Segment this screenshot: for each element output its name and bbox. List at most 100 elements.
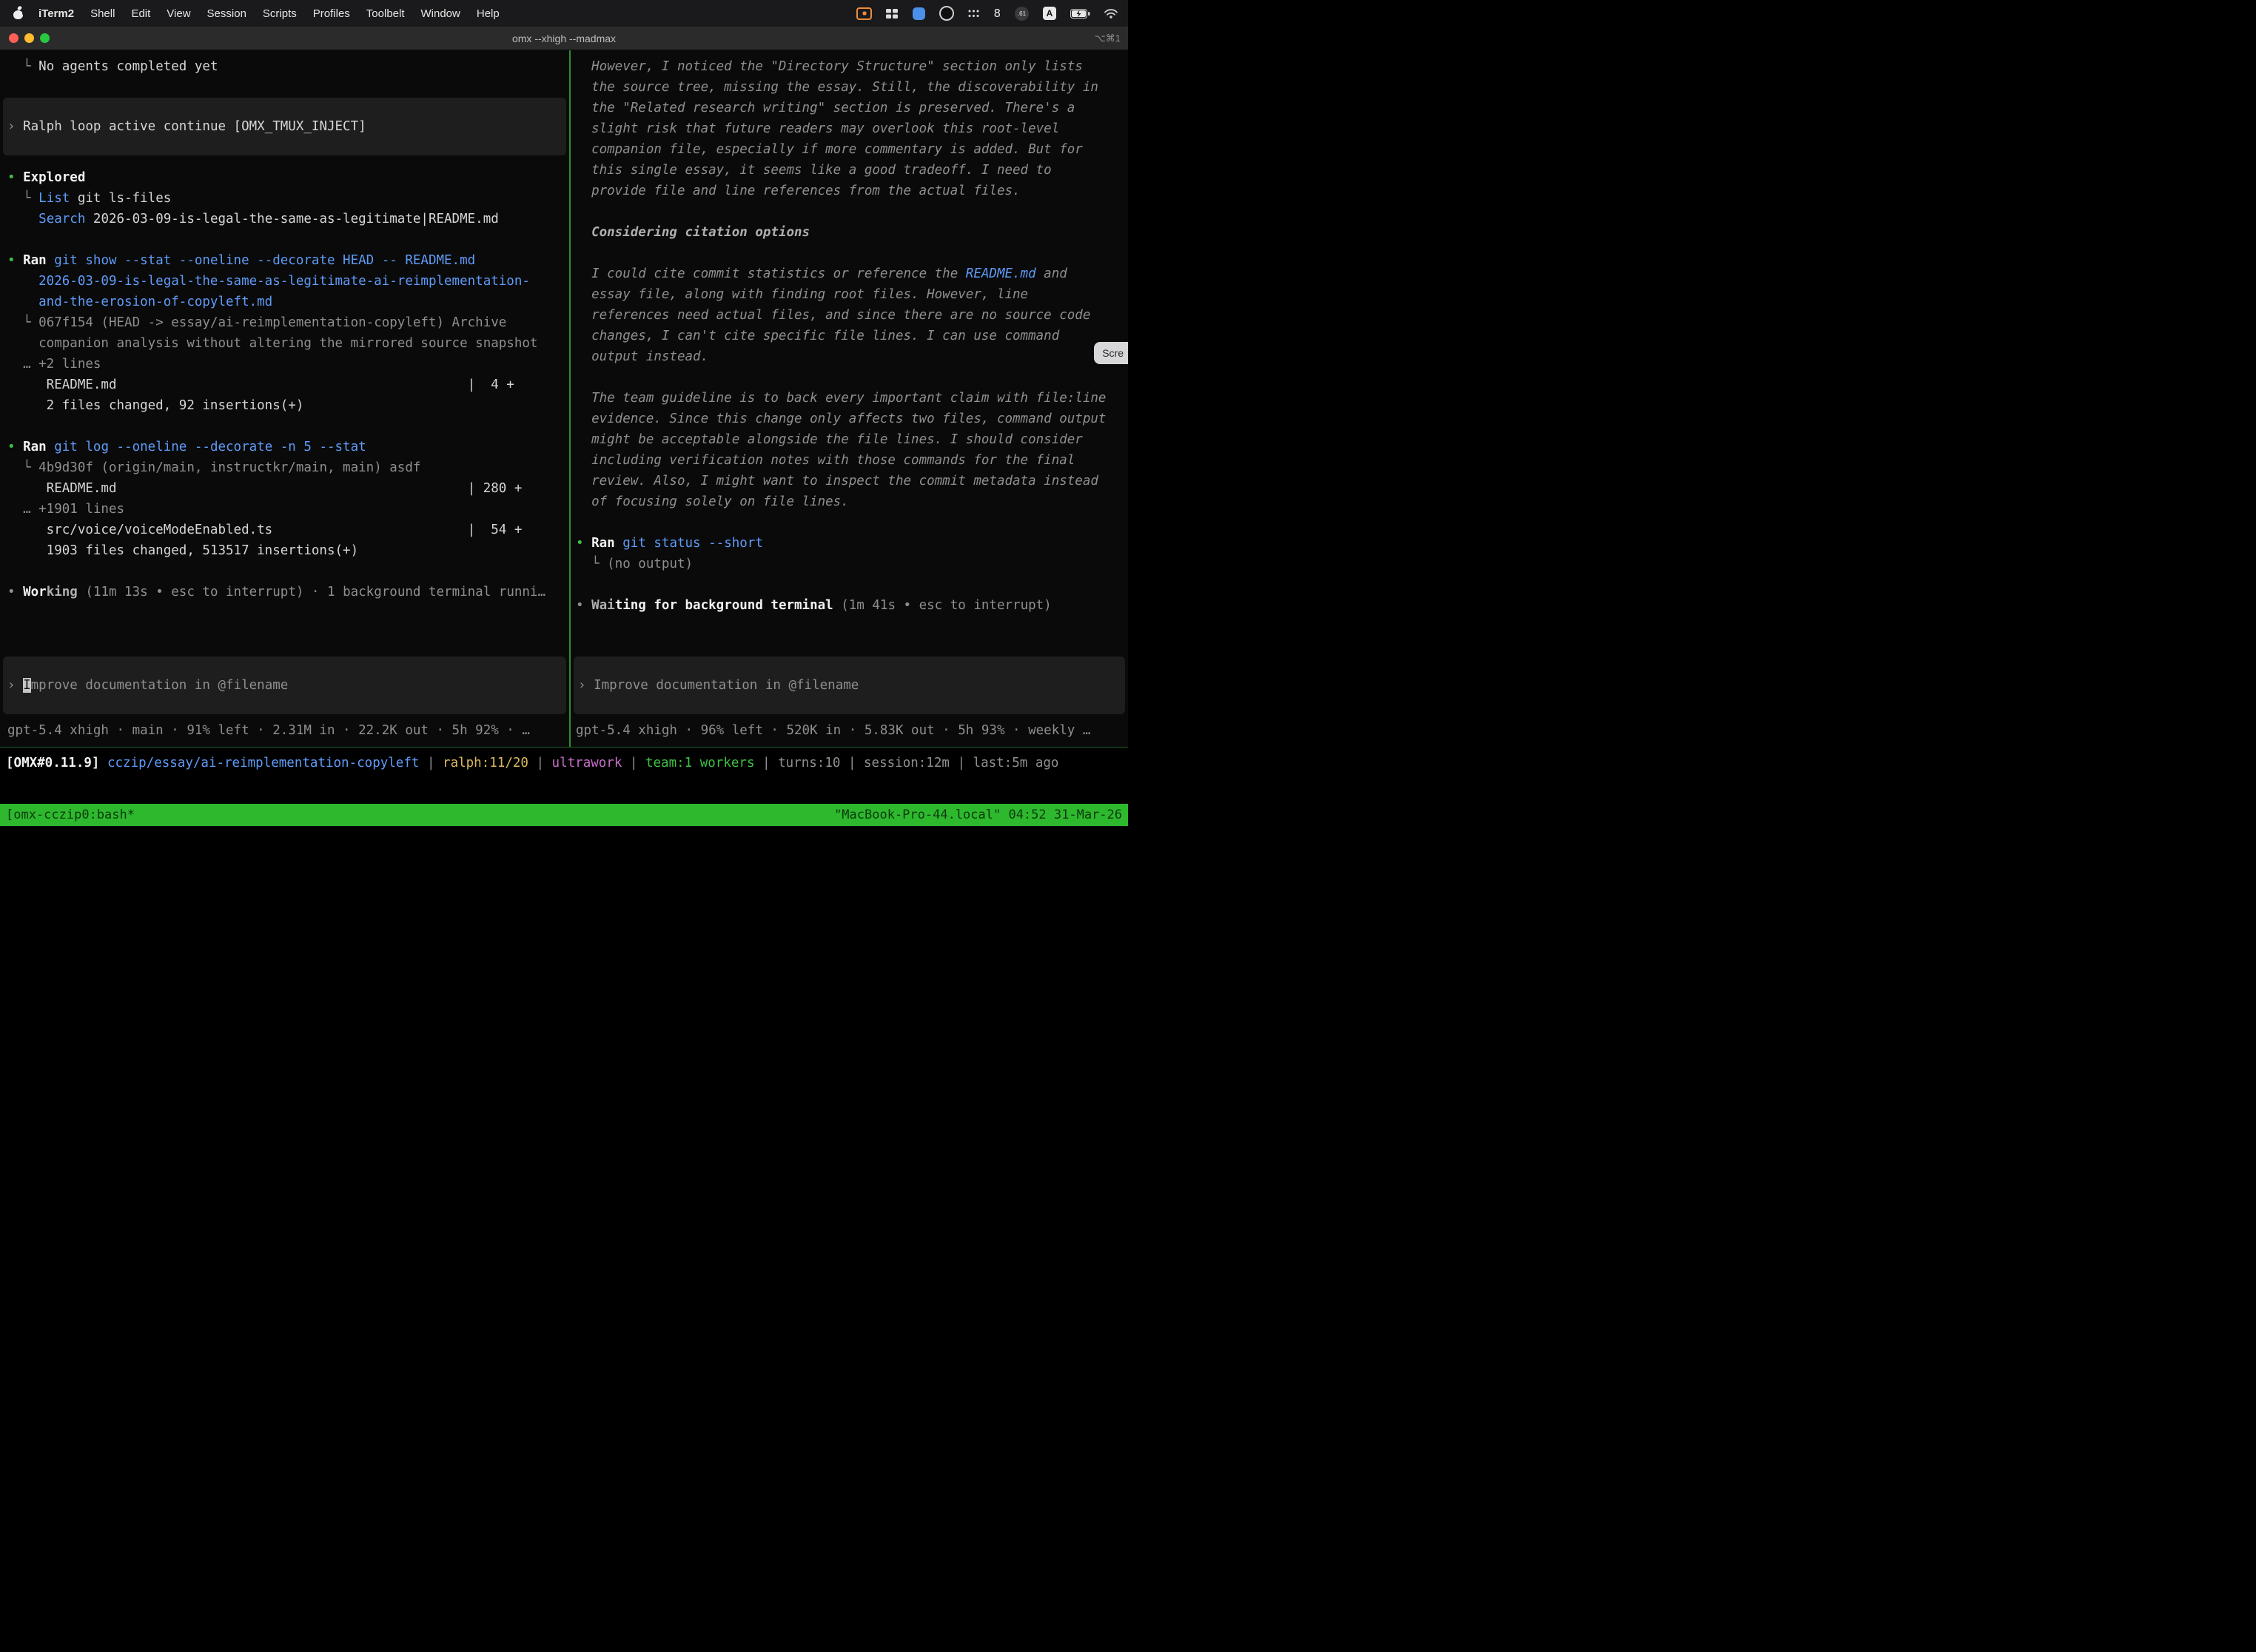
dark-app-icon[interactable] — [939, 6, 954, 21]
agent-transcript-left: • Explored └ List git ls-files Search 20… — [0, 167, 569, 602]
terminal-line: • Ran git show --stat --oneline --decora… — [7, 250, 569, 271]
apple-menu-icon[interactable] — [13, 7, 24, 19]
prompt-input-left[interactable]: › Improve documentation in @filename — [3, 657, 566, 714]
text-segment: mprove documentation in @filename — [31, 678, 289, 693]
text-segment: (no output) — [607, 557, 693, 571]
terminal-line: might be acceptable alongside the file l… — [576, 429, 1128, 450]
zoom-button[interactable] — [40, 33, 50, 43]
blue-app-icon[interactable] — [913, 7, 925, 20]
menu-window[interactable]: Window — [413, 7, 469, 20]
text-segment: essay file, along with finding root file… — [576, 287, 1028, 302]
text-segment: • — [576, 598, 591, 613]
gauge-icon[interactable]: .61 — [1015, 7, 1029, 21]
text-segment: • — [7, 440, 23, 454]
terminal-line: • Waiting for background terminal (1m 41… — [576, 595, 1128, 616]
text-segment: of focusing solely on file lines. — [576, 494, 849, 509]
terminal-line: Search 2026-03-09-is-legal-the-same-as-l… — [7, 209, 569, 229]
terminal-line: └ 067f154 (HEAD -> essay/ai-reimplementa… — [7, 312, 569, 333]
minimize-button[interactable] — [24, 33, 34, 43]
text-segment: › — [7, 678, 23, 693]
text-segment: • — [7, 585, 23, 600]
menu-edit[interactable]: Edit — [123, 7, 158, 20]
text-segment: • — [7, 253, 23, 268]
tmux-session-label[interactable]: [omx-cczip0:bash* — [6, 807, 135, 822]
wifi-icon[interactable] — [1104, 9, 1118, 19]
terminal-line: src/voice/voiceModeEnabled.ts | 54 + — [7, 520, 569, 540]
terminal-pane-left[interactable]: └ No agents completed yet › Ralph loop a… — [0, 50, 569, 747]
text-segment: companion analysis without altering the … — [7, 336, 537, 351]
terminal-line: README.md | 280 + — [7, 478, 569, 499]
grid-icon[interactable] — [886, 9, 899, 19]
menu-view[interactable]: View — [158, 7, 198, 20]
text-segment: Wai — [591, 598, 615, 613]
text-segment: Ralph loop active continue [OMX_TMUX_INJ… — [23, 119, 366, 134]
menu-toolbelt[interactable]: Toolbelt — [358, 7, 413, 20]
text-segment: changes, I can't cite specific file line… — [576, 329, 1059, 343]
menu-help[interactable]: Help — [469, 7, 508, 20]
terminal-line — [576, 243, 1128, 263]
menu-session[interactable]: Session — [199, 7, 255, 20]
terminal-line: slight risk that future readers may over… — [576, 118, 1128, 139]
menu-iterm2[interactable]: iTerm2 — [30, 7, 82, 20]
battery-charging-icon[interactable] — [1070, 9, 1090, 19]
terminal-line: … +1901 lines — [7, 499, 569, 520]
terminal-line — [7, 416, 569, 437]
terminal-line: the "Related research writing" section i… — [576, 98, 1128, 118]
terminal-line: companion file, especially if more comme… — [576, 139, 1128, 160]
terminal-line — [576, 367, 1128, 388]
text-segment: last:5m ago — [973, 756, 1059, 770]
text-segment: ralph:11/20 — [443, 756, 528, 770]
terminal-line: review. Also, I might want to inspect th… — [576, 471, 1128, 491]
terminal-line: provide file and line references from th… — [576, 181, 1128, 201]
text-segment: List — [38, 191, 70, 206]
terminal-line: • Working (11m 13s • esc to interrupt) ·… — [7, 582, 569, 602]
text-segment: › — [578, 678, 594, 693]
tmux-status-bar: [omx-cczip0:bash* "MacBook-Pro-44.local"… — [0, 804, 1128, 826]
text-segment: Ran — [23, 253, 47, 268]
terminal-line: the source tree, missing the essay. Stil… — [576, 77, 1128, 98]
text-segment: session:12m — [864, 756, 950, 770]
text-segment: I could cite commit statistics or refere… — [576, 266, 966, 281]
tmux-host-clock-label: "MacBook-Pro-44.local" 04:52 31-Mar-26 — [834, 807, 1122, 822]
prompt-input-right[interactable]: › Improve documentation in @filename — [574, 657, 1125, 714]
menu-profiles[interactable]: Profiles — [305, 7, 358, 20]
terminal-line: … +2 lines — [7, 354, 569, 375]
text-segment: src/voice/voiceModeEnabled.ts | 54 + — [7, 523, 522, 537]
text-segment: 2026-03-09-is-legal-the-same-as-legitima… — [85, 212, 498, 226]
text-segment: Improve documentation in @filename — [594, 678, 859, 693]
text-segment: | — [840, 756, 864, 770]
terminal-line: changes, I can't cite specific file line… — [576, 326, 1128, 346]
text-segment: The team guideline is to back every impo… — [576, 391, 1106, 406]
pane-spacer — [571, 616, 1128, 657]
text-segment: (11m 13s • esc to interrupt) · 1 backgro… — [78, 585, 545, 600]
input-source-icon[interactable]: A — [1043, 7, 1056, 20]
terminal-line: README.md | 4 + — [7, 375, 569, 395]
text-segment: companion file, especially if more comme… — [576, 142, 1083, 157]
screen-recording-indicator-icon[interactable] — [856, 7, 872, 20]
terminal-line: However, I noticed the "Directory Struct… — [576, 56, 1128, 77]
text-segment: might be acceptable alongside the file l… — [576, 432, 1083, 447]
agent-summary-top: └ No agents completed yet — [0, 56, 569, 77]
text-segment: Wor — [23, 585, 47, 600]
menu-shell[interactable]: Shell — [82, 7, 123, 20]
dots-grid-icon[interactable] — [968, 10, 979, 18]
text-segment: cczip/essay/ai-reimplementation-copyleft — [107, 756, 419, 770]
terminal-line: essay file, along with finding root file… — [576, 284, 1128, 305]
menu-scripts[interactable]: Scripts — [255, 7, 305, 20]
terminal-pane-right[interactable]: However, I noticed the "Directory Struct… — [571, 50, 1128, 747]
text-segment: 4b9d30f (origin/main, instructkr/main, m… — [38, 460, 420, 475]
terminal-line: and-the-erosion-of-copyleft.md — [7, 292, 569, 312]
text-segment: ting for background terminal — [615, 598, 833, 613]
text-segment: • — [7, 170, 23, 185]
text-segment: 1903 files changed, 513517 insertions(+) — [7, 543, 358, 558]
text-segment: king — [47, 585, 78, 600]
figure-eight-icon[interactable]: 8 — [993, 8, 1001, 19]
text-segment: README.md | 280 + — [7, 481, 522, 496]
close-button[interactable] — [9, 33, 19, 43]
text-segment: Search — [38, 212, 85, 226]
window-title-bar: omx --xhigh --madmax ⌥⌘1 — [0, 27, 1128, 50]
text-segment: git show --stat --oneline --decorate HEA… — [47, 253, 475, 268]
screen-sharing-overlay[interactable]: Scre — [1094, 342, 1128, 364]
text-segment: | — [622, 756, 645, 770]
terminal-line: of focusing solely on file lines. — [576, 491, 1128, 512]
